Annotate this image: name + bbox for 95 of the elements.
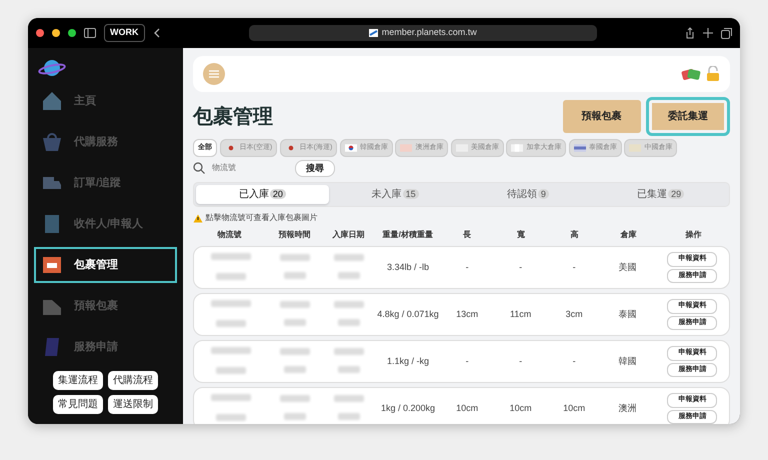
column-header: 預報時間 xyxy=(278,229,312,241)
table-cell-text: 10cm xyxy=(562,402,586,415)
new-tab-icon[interactable] xyxy=(703,28,713,38)
redacted-text xyxy=(334,395,364,402)
minimize-window-button[interactable] xyxy=(52,29,60,37)
help-link-button[interactable]: 常見問題 xyxy=(53,395,103,414)
table-cell-text: 美國 xyxy=(618,260,638,274)
redacted-text xyxy=(284,272,306,279)
sidebar-item[interactable]: 包裹管理 xyxy=(34,247,177,283)
site-icon xyxy=(368,29,378,37)
back-icon[interactable] xyxy=(152,28,160,38)
table-cell-text: 泰國 xyxy=(618,308,638,321)
close-window-button[interactable] xyxy=(36,29,44,37)
redacted-text xyxy=(216,367,246,374)
redacted-text xyxy=(280,395,310,402)
redacted-text xyxy=(284,318,306,326)
column-header: 入庫日期 xyxy=(331,229,366,241)
zoom-window-button[interactable] xyxy=(68,29,76,37)
redacted-text xyxy=(210,347,251,354)
menu-icon xyxy=(209,70,219,78)
flag-icon xyxy=(344,144,357,152)
table-cell-text: 11cm xyxy=(508,308,532,321)
redacted-text xyxy=(280,348,310,356)
notice-text: 點擊物流號可查看入庫包裹圖片 xyxy=(206,212,318,224)
redacted-text xyxy=(334,301,364,308)
column-header: 重量/材積重量 xyxy=(382,229,434,241)
table-cell-text: 10cm xyxy=(508,402,533,415)
count-badge: 15 xyxy=(402,189,419,199)
help-link-button[interactable]: 運送限制 xyxy=(108,395,158,414)
redacted-text xyxy=(210,394,251,401)
redacted-text xyxy=(338,272,360,279)
flag-icon xyxy=(511,144,524,152)
help-link-button[interactable]: 集運流程 xyxy=(53,371,103,390)
redacted-text xyxy=(334,254,364,262)
sidebar-toggle-icon[interactable] xyxy=(84,28,96,38)
redacted-text xyxy=(284,366,306,373)
table-cell-text: 1kg / 0.200kg xyxy=(380,402,436,415)
count-badge: 9 xyxy=(538,189,549,199)
planet-logo-icon[interactable] xyxy=(38,58,66,78)
column-header: 寬 xyxy=(516,229,526,241)
redacted-text xyxy=(210,300,251,307)
search-field[interactable]: 物流號 xyxy=(210,161,290,176)
redacted-text xyxy=(338,366,360,373)
redacted-text xyxy=(210,253,251,260)
book-icon xyxy=(42,214,62,234)
redacted-text xyxy=(280,254,310,262)
warning-icon xyxy=(193,214,203,222)
table-cell-text: - xyxy=(572,260,577,274)
redacted-text xyxy=(216,414,246,421)
table-cell-text: - xyxy=(464,260,470,274)
tabs-overview-icon[interactable] xyxy=(721,28,732,38)
table-cell-text: 3.34lb / -lb xyxy=(386,260,430,274)
redacted-text xyxy=(216,320,246,327)
column-header: 操作 xyxy=(684,229,702,241)
flag-icon xyxy=(574,144,586,152)
table-cell-text: 3cm xyxy=(564,308,584,321)
address-bar[interactable]: member.planets.com.tw xyxy=(248,25,597,41)
page-title: 包裹管理 xyxy=(193,104,273,128)
notebook-icon xyxy=(42,337,62,357)
table-cell-text: - xyxy=(464,354,470,368)
profile-selector[interactable]: WORK xyxy=(104,24,144,42)
redacted-text xyxy=(338,318,360,326)
table-cell-text: 13cm xyxy=(455,308,480,321)
redacted-text xyxy=(338,412,360,420)
share-icon[interactable] xyxy=(685,27,695,39)
table-cell-text: 10cm xyxy=(455,402,480,415)
table-cell-text: 韓國 xyxy=(618,354,638,368)
box-icon xyxy=(42,255,62,275)
column-header: 長 xyxy=(462,229,472,241)
table-cell-text: 1.1kg / -kg xyxy=(386,354,430,368)
cards-icon[interactable] xyxy=(681,67,701,81)
status-tab[interactable]: 未入庫 15 xyxy=(328,185,462,204)
search-icon xyxy=(193,162,205,174)
column-header: 物流號 xyxy=(216,229,243,241)
search-button[interactable]: 搜尋 xyxy=(295,160,335,177)
column-header: 倉庫 xyxy=(619,229,638,241)
column-header: 高 xyxy=(570,229,580,241)
basket-icon xyxy=(42,132,62,152)
redacted-text xyxy=(284,412,306,420)
help-link-button[interactable]: 代購流程 xyxy=(108,371,158,390)
table-cell-text: - xyxy=(572,354,577,368)
status-tab[interactable]: 已集運 29 xyxy=(594,185,727,204)
count-badge: 20 xyxy=(270,189,286,199)
house-icon xyxy=(42,91,62,111)
status-tab[interactable]: 待認領 9 xyxy=(462,185,594,204)
redacted-text xyxy=(280,301,310,308)
status-tab[interactable]: 已入庫 20 xyxy=(196,185,329,204)
table-cell-text: - xyxy=(518,260,524,274)
table-cell-text: 澳洲 xyxy=(618,402,638,415)
count-badge: 29 xyxy=(668,189,684,199)
redacted-text xyxy=(216,273,246,280)
action-button[interactable]: 委託集運 xyxy=(646,97,730,136)
table-cell-text: 4.8kg / 0.071kg xyxy=(376,308,440,321)
redacted-text xyxy=(334,348,364,356)
table-cell-text: - xyxy=(518,354,524,368)
